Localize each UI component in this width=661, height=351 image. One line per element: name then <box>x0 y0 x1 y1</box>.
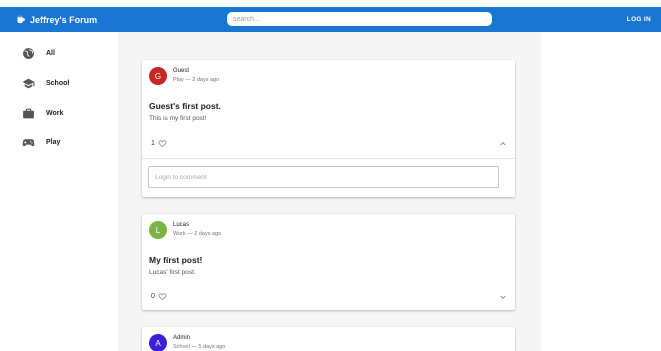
post-meta: School — 5 days ago <box>173 344 226 350</box>
brand-title: Jeffrey's Forum <box>30 14 98 25</box>
like-count: 0 <box>151 293 155 300</box>
sidebar: All School Work Play <box>0 32 118 351</box>
avatar[interactable]: L <box>149 221 167 239</box>
comment-section <box>142 158 515 196</box>
chevron-down-icon[interactable] <box>499 293 507 301</box>
sidebar-item-school[interactable]: School <box>22 75 69 91</box>
post-title[interactable]: My first post! <box>149 255 202 265</box>
app-bar: Jeffrey's Forum LOG IN <box>0 7 661 32</box>
sidebar-item-label: School <box>46 79 70 87</box>
like-control: 0 <box>151 292 167 301</box>
post-card: L Lucas Work — 2 days ago My first post!… <box>142 214 515 310</box>
post-author[interactable]: Admin <box>173 335 190 341</box>
briefcase-icon <box>22 107 35 120</box>
sidebar-item-all[interactable]: All <box>22 45 55 61</box>
sidebar-item-label: Work <box>46 109 64 117</box>
brand[interactable]: Jeffrey's Forum <box>16 7 97 32</box>
like-count: 1 <box>151 140 155 147</box>
heart-icon[interactable] <box>158 139 167 148</box>
sidebar-item-label: Play <box>46 138 61 146</box>
heart-icon[interactable] <box>158 292 167 301</box>
post-author[interactable]: Guest <box>173 68 189 74</box>
globe-icon <box>22 47 35 60</box>
sidebar-item-label: All <box>46 49 55 57</box>
post-card: A Admin School — 5 days ago <box>142 327 515 351</box>
login-button[interactable]: LOG IN <box>627 7 651 32</box>
comment-input[interactable] <box>148 166 499 188</box>
post-card: G Guest Play — 2 days ago Guest's first … <box>142 60 515 197</box>
school-icon <box>22 77 35 90</box>
avatar[interactable]: A <box>149 334 167 351</box>
search-input[interactable] <box>227 12 492 26</box>
post-author[interactable]: Lucas <box>173 222 189 228</box>
chevron-up-icon[interactable] <box>499 140 507 148</box>
post-body: This is my first post! <box>149 115 207 122</box>
post-title[interactable]: Guest's first post. <box>149 101 221 111</box>
mug-icon <box>17 14 25 23</box>
post-meta: Work — 2 days ago <box>173 231 222 237</box>
avatar[interactable]: G <box>149 67 167 85</box>
gamepad-icon <box>22 136 35 149</box>
like-control: 1 <box>151 139 167 148</box>
post-body: Lucas' first post. <box>149 269 196 276</box>
post-meta: Play — 2 days ago <box>173 77 220 83</box>
sidebar-item-work[interactable]: Work <box>22 105 63 121</box>
post-feed: G Guest Play — 2 days ago Guest's first … <box>118 32 541 351</box>
sidebar-item-play[interactable]: Play <box>22 134 60 150</box>
